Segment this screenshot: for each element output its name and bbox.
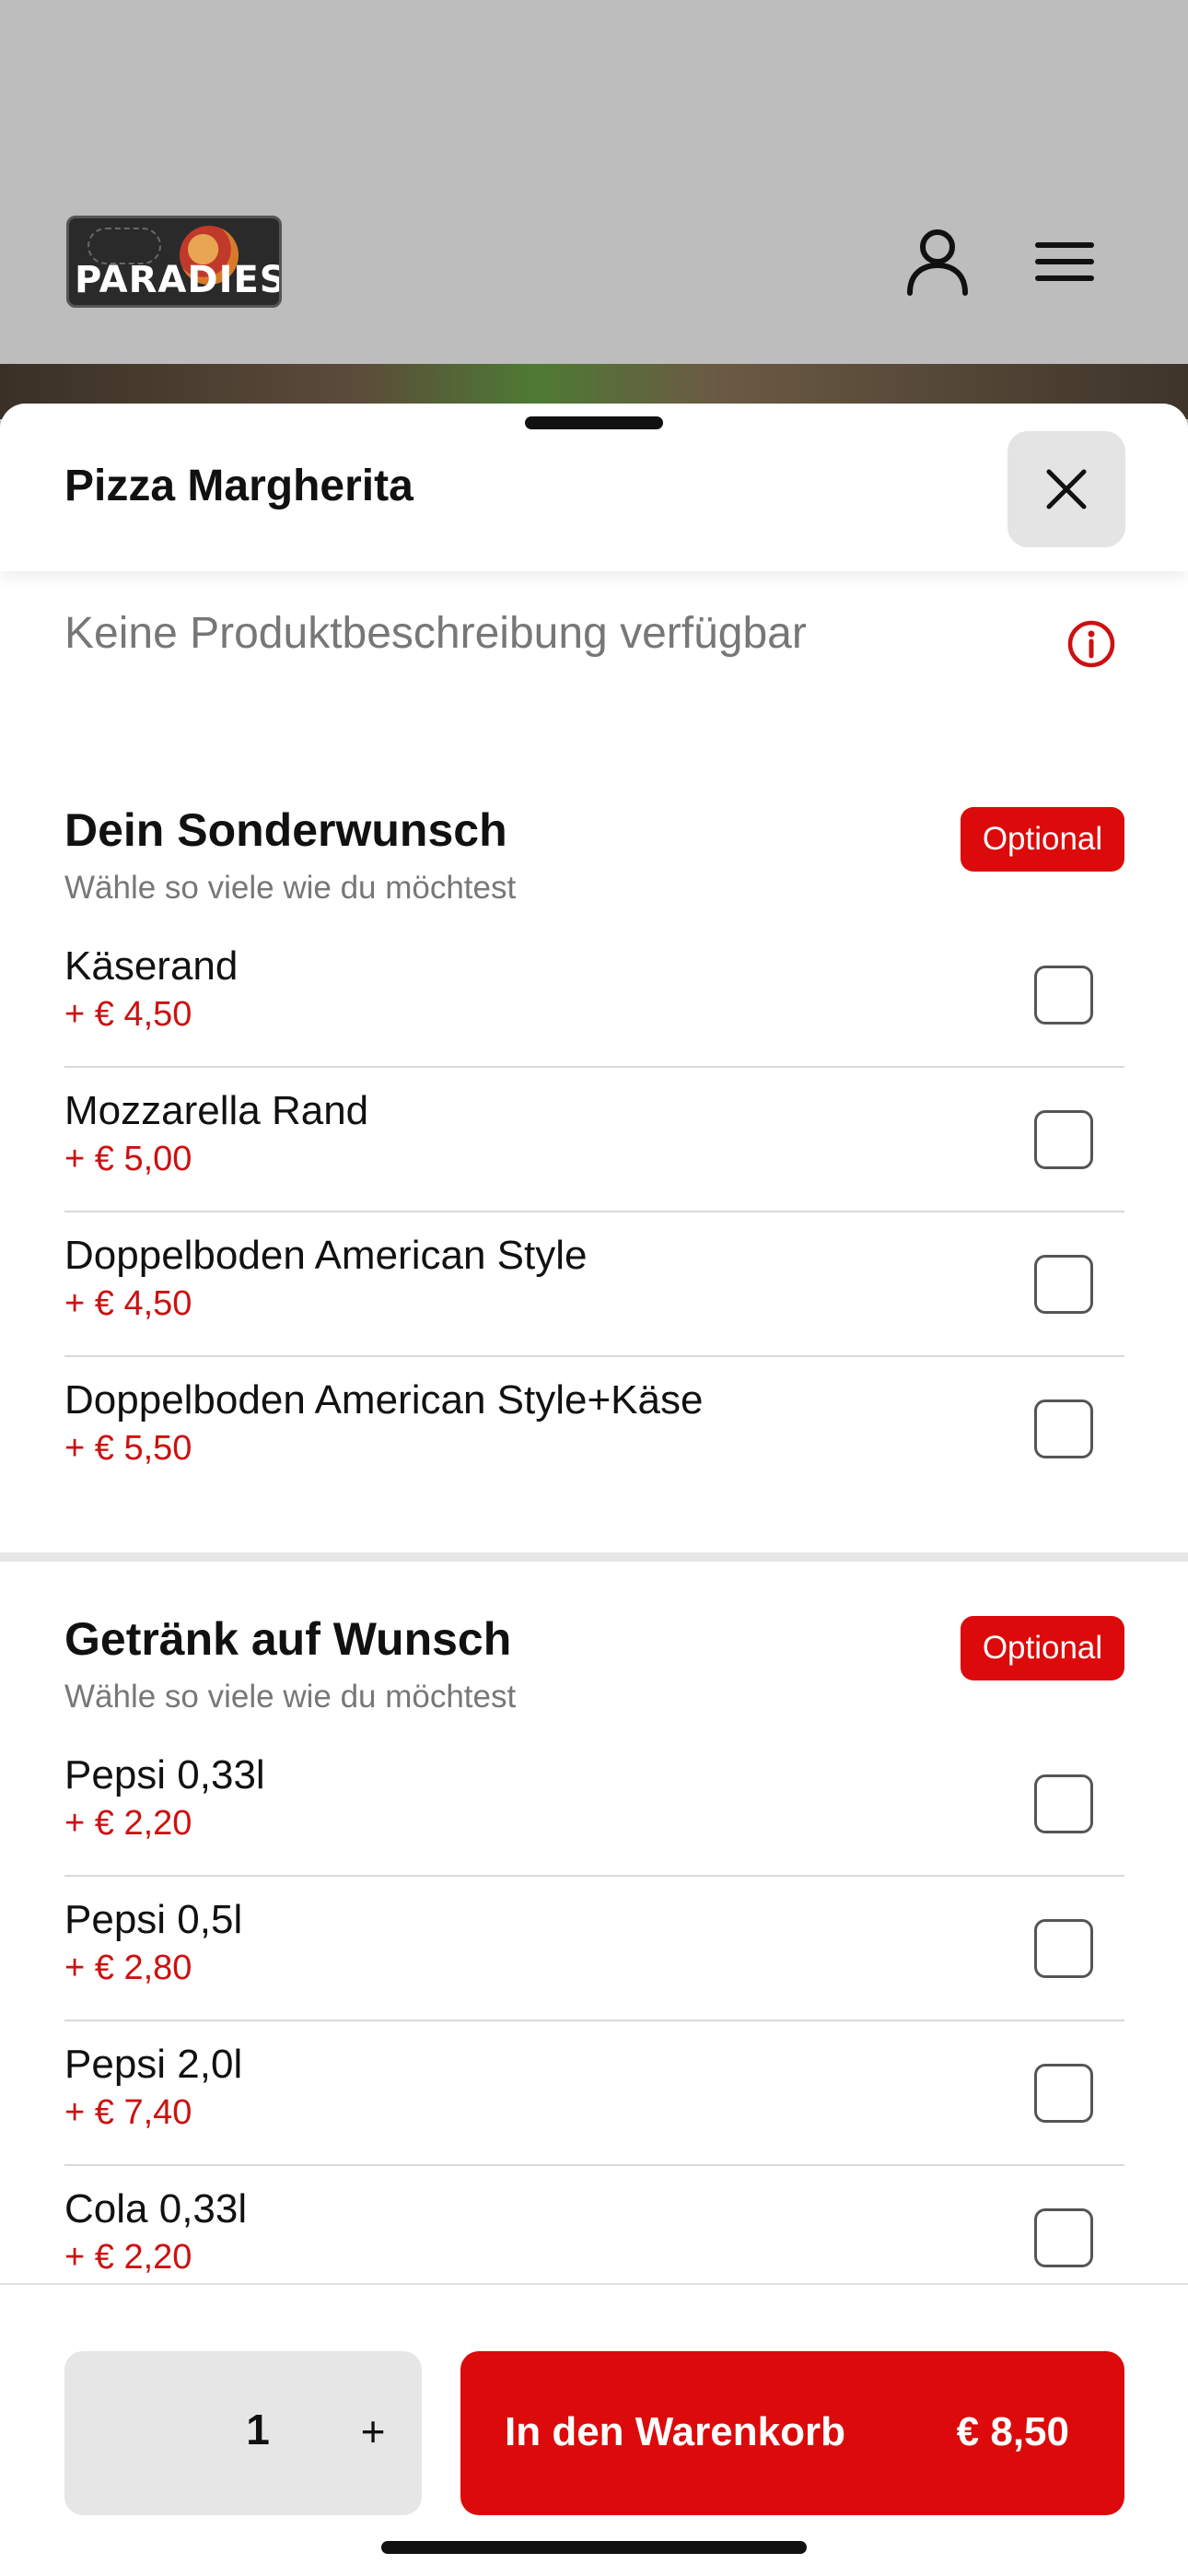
- option-price: + € 5,50: [64, 1429, 192, 1468]
- cart-button-label: In den Warenkorb: [505, 2409, 845, 2454]
- cart-button-price: € 8,50: [956, 2409, 1069, 2454]
- option-checkbox[interactable]: [1034, 1399, 1093, 1458]
- option-checkbox[interactable]: [1034, 1919, 1093, 1978]
- logo-text: PARADIES: [75, 259, 282, 301]
- sheet-content[interactable]: Keine Produktbeschreibung verfügbar Dein…: [0, 571, 1188, 2285]
- product-title: Pizza Margherita: [64, 462, 413, 510]
- option-checkbox[interactable]: [1034, 966, 1093, 1025]
- option-price: + € 2,20: [64, 2238, 192, 2277]
- option-price: + € 4,50: [64, 995, 192, 1034]
- restaurant-logo[interactable]: PARADIES: [66, 216, 282, 308]
- section-subtitle: Wähle so viele wie du möchtest: [64, 1679, 517, 1715]
- option-price: + € 7,40: [64, 2093, 192, 2132]
- section-title: Getränk auf Wunsch: [64, 1613, 512, 1665]
- sheet-header: Pizza Margherita: [0, 404, 1188, 571]
- home-indicator[interactable]: [381, 2541, 807, 2554]
- close-button[interactable]: [1007, 431, 1125, 547]
- option-checkbox[interactable]: [1034, 2064, 1093, 2123]
- option-checkbox[interactable]: [1034, 1110, 1093, 1169]
- option-price: + € 2,80: [64, 1949, 192, 1987]
- quantity-stepper[interactable]: 1 +: [64, 2351, 422, 2515]
- option-name: Mozzarella Rand: [64, 1088, 369, 1133]
- option-row[interactable]: Cola 0,33l + € 2,20: [64, 2166, 1124, 2285]
- sheet-grabber[interactable]: [525, 416, 663, 429]
- option-price: + € 2,20: [64, 1804, 192, 1843]
- option-row[interactable]: Mozzarella Rand + € 5,00: [64, 1068, 1124, 1212]
- app-header: [0, 0, 1188, 364]
- option-name: Doppelboden American Style+Käse: [64, 1377, 704, 1423]
- option-row[interactable]: Pepsi 0,33l + € 2,20: [64, 1732, 1124, 1877]
- option-price: + € 4,50: [64, 1284, 192, 1323]
- option-name: Käserand: [64, 943, 239, 989]
- option-name: Doppelboden American Style: [64, 1233, 588, 1278]
- increase-quantity-button[interactable]: +: [341, 2399, 405, 2464]
- product-sheet: Pizza Margherita Keine Produktbeschreibu…: [0, 404, 1188, 2576]
- section-title: Dein Sonderwunsch: [64, 804, 507, 856]
- option-row[interactable]: Pepsi 2,0l + € 7,40: [64, 2021, 1124, 2166]
- section-separator: [0, 1552, 1188, 1562]
- option-row[interactable]: Doppelboden American Style+Käse + € 5,50: [64, 1357, 1124, 1502]
- option-checkbox[interactable]: [1034, 1774, 1093, 1833]
- option-name: Cola 0,33l: [64, 2186, 248, 2231]
- optional-badge: Optional: [961, 1616, 1124, 1680]
- option-checkbox[interactable]: [1034, 2208, 1093, 2267]
- hamburger-menu-icon[interactable]: [1020, 217, 1109, 306]
- option-row[interactable]: Käserand + € 4,50: [64, 923, 1124, 1068]
- quantity-value: 1: [246, 2406, 270, 2453]
- option-row[interactable]: Pepsi 0,5l + € 2,80: [64, 1877, 1124, 2021]
- add-to-cart-button[interactable]: In den Warenkorb € 8,50: [460, 2351, 1124, 2515]
- info-icon[interactable]: [1066, 619, 1116, 669]
- option-name: Pepsi 0,5l: [64, 1897, 243, 1942]
- sheet-footer: 1 + In den Warenkorb € 8,50: [0, 2283, 1188, 2576]
- option-row[interactable]: Doppelboden American Style + € 4,50: [64, 1212, 1124, 1357]
- option-checkbox[interactable]: [1034, 1255, 1093, 1314]
- product-description: Keine Produktbeschreibung verfügbar: [64, 609, 807, 658]
- section-subtitle: Wähle so viele wie du möchtest: [64, 870, 517, 906]
- option-price: + € 5,00: [64, 1140, 192, 1178]
- option-name: Pepsi 0,33l: [64, 1752, 265, 1797]
- user-icon[interactable]: [893, 217, 982, 306]
- option-name: Pepsi 2,0l: [64, 2042, 243, 2087]
- close-icon: [1046, 469, 1087, 509]
- optional-badge: Optional: [961, 807, 1124, 872]
